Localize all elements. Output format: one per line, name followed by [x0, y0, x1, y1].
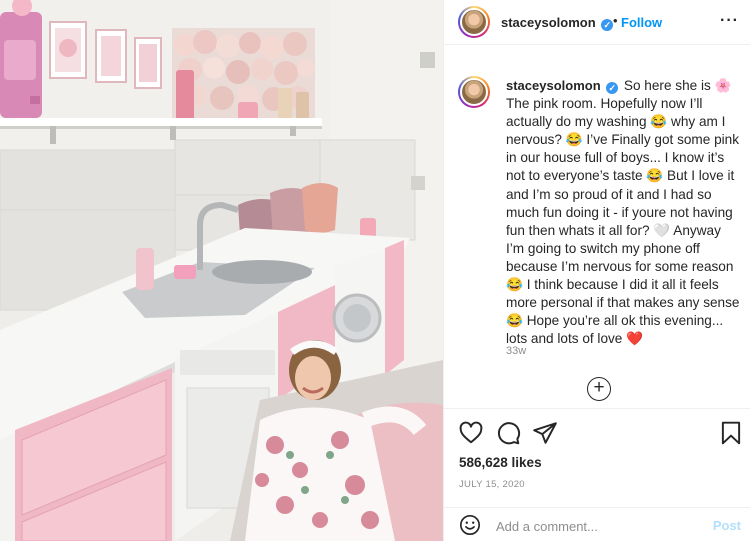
caption-username[interactable]: staceysolomon ✓: [506, 78, 622, 94]
caption-username-text: staceysolomon: [506, 78, 601, 93]
comments-section: staceysolomon ✓ So here she is 🌸 The pin…: [444, 46, 750, 408]
avatar[interactable]: [458, 6, 490, 38]
post-sidebar: staceysolomon ✓ • Follow ··· staceysolom…: [443, 0, 750, 541]
plus-circle-icon[interactable]: +: [587, 377, 611, 401]
heart-icon[interactable]: [458, 420, 484, 446]
post-caption: staceysolomon ✓ So here she is 🌸 The pin…: [506, 77, 742, 348]
post-actions: 586,628 likes JULY 15, 2020: [444, 408, 750, 508]
username-link[interactable]: staceysolomon ✓: [501, 15, 614, 31]
smiley-icon[interactable]: [459, 514, 481, 536]
post-time-ago[interactable]: 33w: [506, 345, 526, 357]
comment-icon[interactable]: [495, 420, 521, 446]
likes-count[interactable]: 586,628 likes: [459, 455, 542, 470]
caption-avatar[interactable]: [458, 76, 490, 108]
utility-room-photo: [0, 0, 443, 541]
paper-plane-icon[interactable]: [532, 420, 558, 446]
comment-bar: Post: [444, 507, 750, 541]
verified-badge-icon: ✓: [606, 82, 619, 94]
separator-dot: •: [613, 13, 618, 28]
username-text: staceysolomon: [501, 15, 596, 30]
post-header: staceysolomon ✓ • Follow ···: [444, 0, 750, 45]
more-options-icon[interactable]: ···: [720, 12, 739, 30]
follow-button[interactable]: Follow: [621, 15, 662, 30]
caption-text: So here she is 🌸 The pink room. Hopefull…: [506, 78, 740, 347]
post-comment-button[interactable]: Post: [713, 518, 741, 533]
comment-input[interactable]: [496, 516, 696, 536]
post-photo[interactable]: [0, 0, 443, 541]
verified-badge-icon: ✓: [601, 19, 614, 31]
post-date: JULY 15, 2020: [459, 479, 525, 490]
bookmark-icon[interactable]: [718, 420, 744, 446]
